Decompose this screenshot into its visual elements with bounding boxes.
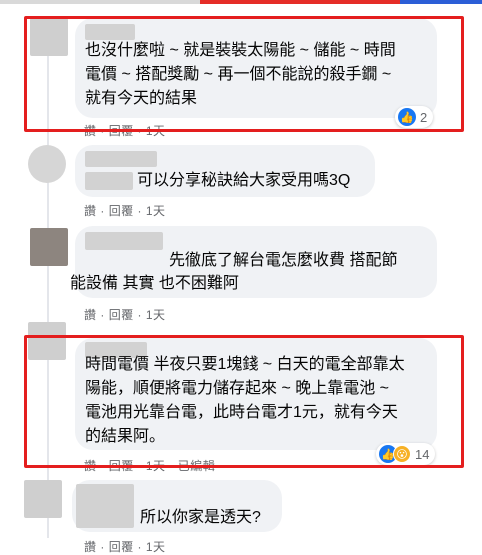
- avatar[interactable]: [24, 480, 62, 518]
- comment-actions: 讚 · 回覆 · 1天: [84, 124, 166, 138]
- timestamp[interactable]: 1天: [146, 124, 166, 138]
- comment-actions: 讚 · 回覆 · 1天 · 已編輯: [84, 459, 216, 473]
- comment-text-line: 先徹底了解台電怎麼收費 搭配節: [169, 252, 398, 269]
- reply-button[interactable]: 回覆: [109, 124, 134, 138]
- reaction-count: 14: [415, 446, 430, 462]
- comment-text-line: 能設備 其實 也不困難阿: [70, 275, 239, 292]
- avatar[interactable]: [28, 145, 66, 183]
- comment-text-line: 時間電價 半夜只要1塊錢 ~ 白天的電全部靠太: [85, 356, 405, 373]
- like-button[interactable]: 讚: [84, 540, 97, 554]
- commenter-name[interactable]: [85, 151, 157, 167]
- like-button[interactable]: 讚: [84, 308, 97, 322]
- timestamp[interactable]: 1天: [146, 308, 166, 322]
- comment-bubble: 可以分享秘訣給大家受用嗎3Q: [75, 145, 375, 197]
- reply-button[interactable]: 回覆: [109, 540, 134, 554]
- avatar[interactable]: [28, 322, 66, 360]
- comment-text-line: 電池用光靠台電，此時台電才1元，就有今天: [85, 404, 398, 421]
- timestamp[interactable]: 1天: [146, 459, 166, 473]
- reaction-summary[interactable]: 👍 2: [395, 106, 434, 128]
- comment-actions: 讚 · 回覆 · 1天: [84, 308, 166, 322]
- like-button[interactable]: 讚: [84, 459, 97, 473]
- comment-text-line: 可以分享秘訣給大家受用嗎3Q: [137, 172, 351, 189]
- thread-line: [47, 48, 49, 538]
- comment-bubble: 先徹底了解台電怎麼收費 搭配節 能設備 其實 也不困難阿: [70, 226, 437, 298]
- commenter-name[interactable]: [85, 24, 135, 40]
- commenter-name[interactable]: [85, 232, 163, 250]
- comment-bubble: 所以你家是透天?: [72, 480, 282, 532]
- reply-button[interactable]: 回覆: [109, 308, 134, 322]
- comment-text-line: 的結果阿。: [85, 428, 166, 445]
- commenter-name[interactable]: [76, 484, 134, 528]
- edited-label[interactable]: 已編輯: [178, 459, 216, 473]
- reply-button[interactable]: 回覆: [109, 459, 134, 473]
- comment-text-line: 所以你家是透天?: [140, 509, 261, 526]
- comment-bubble: 也沒什麼啦 ~ 就是裝裝太陽能 ~ 儲能 ~ 時間 電價 ~ 搭配獎勵 ~ 再一…: [75, 18, 437, 118]
- comment-actions: 讚 · 回覆 · 1天: [84, 540, 166, 554]
- wow-icon: 😮: [393, 445, 411, 463]
- avatar[interactable]: [30, 18, 68, 56]
- timestamp[interactable]: 1天: [146, 204, 166, 218]
- comment-text-line: 陽能，順便將電力儲存起來 ~ 晚上靠電池 ~: [85, 380, 390, 397]
- comment-text-line: 就有今天的結果: [85, 90, 198, 107]
- like-button[interactable]: 讚: [84, 204, 97, 218]
- top-strip: [0, 0, 482, 4]
- mentioned-name[interactable]: [85, 172, 133, 190]
- avatar[interactable]: [30, 228, 68, 266]
- reaction-summary[interactable]: 👍 😮 14: [376, 443, 436, 465]
- comment-bubble: 時間電價 半夜只要1塊錢 ~ 白天的電全部靠太 陽能，順便將電力儲存起來 ~ 晚…: [75, 338, 437, 450]
- comment-text-line: 也沒什麼啦 ~ 就是裝裝太陽能 ~ 儲能 ~ 時間: [85, 42, 396, 59]
- like-button[interactable]: 讚: [84, 124, 97, 138]
- like-icon: 👍: [398, 108, 416, 126]
- timestamp[interactable]: 1天: [146, 540, 166, 554]
- comment-text-line: 電價 ~ 搭配獎勵 ~ 再一個不能說的殺手鐗 ~: [85, 66, 392, 83]
- reply-button[interactable]: 回覆: [109, 204, 134, 218]
- comment-actions: 讚 · 回覆 · 1天: [84, 204, 166, 218]
- reaction-count: 2: [420, 109, 428, 125]
